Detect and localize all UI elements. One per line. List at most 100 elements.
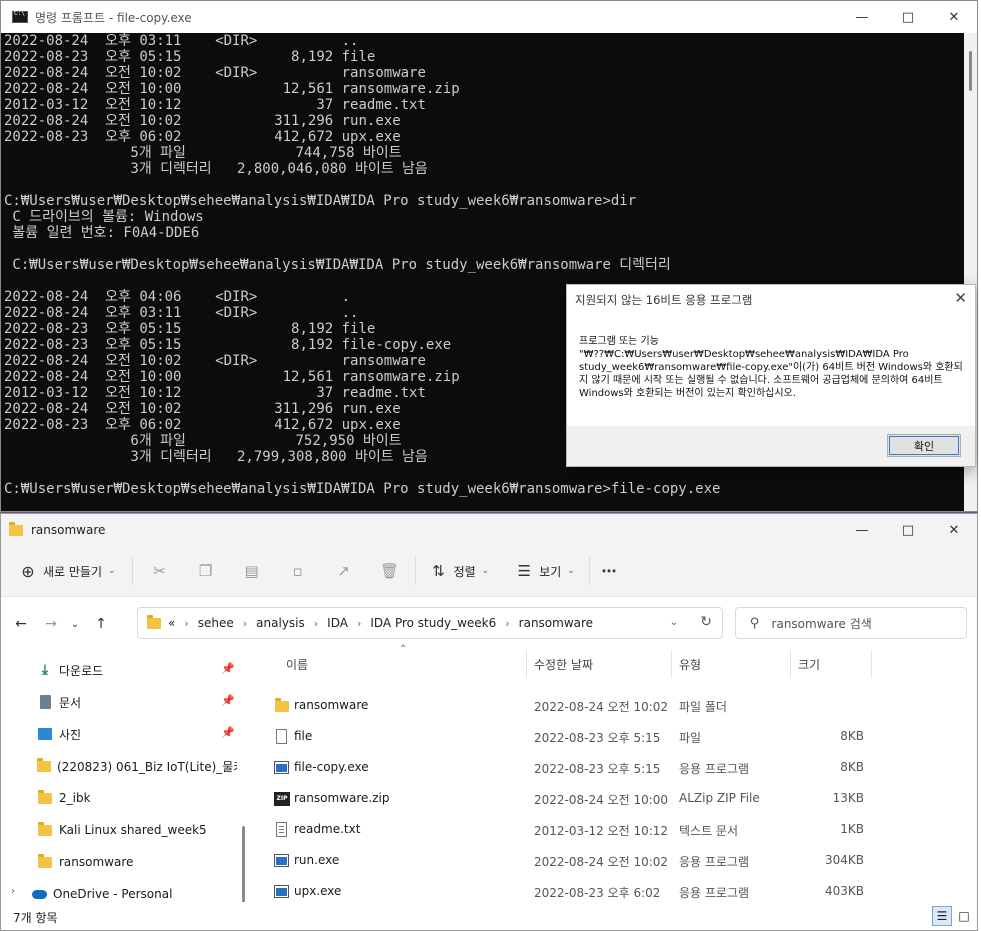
chevron-right-icon: › — [505, 616, 510, 630]
column-header-date[interactable]: 수정한 날짜 — [534, 656, 593, 673]
file-type: ALZip ZIP File — [679, 791, 760, 805]
nav-item-folder-ransomware[interactable]: ransomware — [37, 846, 237, 878]
search-box[interactable]: ⚲ ransomware 검색 — [735, 607, 967, 639]
maximize-button[interactable]: □ — [885, 514, 931, 546]
dialog-close-icon[interactable]: ✕ — [954, 289, 967, 307]
forward-arrow-icon[interactable]: → — [39, 616, 63, 632]
file-date: 2022-08-23 오후 5:15 — [534, 731, 661, 745]
nav-item-folder-biz-iot[interactable]: (220823) 061_Biz IoT(Lite)_물카크 — [37, 750, 237, 782]
file-row[interactable]: ZIP ransomware.zip 2022-08-24 오전 10:00 ALZi… — [259, 783, 959, 814]
nav-item-onedrive[interactable]: OneDrive - Personal — [31, 878, 231, 902]
column-header-type[interactable]: 유형 — [679, 656, 701, 673]
breadcrumb-item[interactable]: IDA Pro study_week6 — [370, 616, 496, 630]
status-bar: 7개 항목 ☰ □ — [1, 902, 977, 930]
pin-icon[interactable]: 📌 — [221, 694, 235, 707]
copy-icon[interactable]: ❐ — [197, 562, 215, 580]
breadcrumb-item[interactable]: IDA — [327, 616, 348, 630]
exe-icon — [274, 760, 290, 776]
breadcrumb-overflow[interactable]: « — [168, 616, 175, 630]
file-date: 2022-08-23 오후 5:15 — [534, 762, 661, 776]
sort-button-label: 정렬 — [453, 564, 476, 579]
breadcrumb-item[interactable]: analysis — [256, 616, 305, 630]
details-view-icon[interactable]: ☰ — [932, 906, 952, 926]
file-size: 8KB — [840, 729, 864, 743]
cmd-line: 3개 디렉터리 2,800,046,080 바이트 남음 — [4, 161, 428, 177]
cmd-app-icon — [12, 10, 28, 23]
up-arrow-icon[interactable]: ↑ — [89, 616, 113, 632]
column-header-name[interactable]: 이름 — [286, 656, 308, 673]
rename-icon[interactable]: ▫ — [289, 562, 307, 580]
folder-icon — [37, 821, 53, 838]
tiles-view-icon[interactable]: □ — [954, 906, 974, 926]
file-type: 응용 프로그램 — [679, 855, 750, 869]
cmd-line: 2022-08-24 오후 03:11 <DIR> .. — [4, 33, 359, 49]
file-size: 1KB — [840, 822, 864, 836]
nav-item-label: 2_ibk — [59, 791, 91, 805]
breadcrumb-item[interactable]: ransomware — [519, 616, 593, 630]
document-icon — [37, 694, 53, 710]
breadcrumb-item[interactable]: sehee — [198, 616, 234, 630]
file-date: 2022-08-24 오전 10:02 — [534, 855, 669, 869]
cmd-window-title: 명령 프롬프트 - file-copy.exe — [35, 10, 192, 25]
minimize-button[interactable]: — — [839, 514, 885, 546]
folder-icon — [37, 757, 51, 774]
recent-chevron-icon[interactable]: ⌄ — [63, 619, 87, 630]
pin-icon[interactable]: 📌 — [221, 662, 235, 675]
nav-scrollbar[interactable] — [242, 826, 245, 902]
nav-item-downloads[interactable]: ⤓ 다운로드 — [37, 654, 237, 686]
minimize-button[interactable]: — — [839, 1, 885, 33]
file-row[interactable]: file-copy.exe 2022-08-23 오후 5:15 응용 프로그램 8K… — [259, 752, 959, 783]
file-row[interactable]: run.exe 2022-08-24 오전 10:02 응용 프로그램 304KB — [259, 845, 959, 876]
chevron-right-icon: › — [356, 616, 362, 630]
nav-item-folder-kali[interactable]: Kali Linux shared_week5 — [37, 814, 237, 846]
pin-icon[interactable]: 📌 — [221, 726, 235, 739]
file-size: 403KB — [824, 884, 864, 898]
chevron-down-icon: ⌄ — [481, 566, 490, 576]
dialog-title: 지원되지 않는 16비트 응용 프로그램 — [575, 293, 753, 307]
paste-icon[interactable]: ▤ — [243, 562, 261, 580]
file-explorer-window: ransomware — □ ✕ ⊕ 새로 만들기 ⌄ ✂ ❐ ▤ ▫ ↗ 🗑 … — [0, 513, 978, 931]
file-row[interactable]: file 2022-08-23 오후 5:15 파일 8KB — [259, 721, 959, 752]
delete-icon[interactable]: 🗑 — [380, 562, 399, 580]
address-bar[interactable]: « › sehee › analysis › IDA › IDA Pro study_week6… — [137, 607, 723, 639]
new-button[interactable]: ⊕ 새로 만들기 ⌄ — [19, 562, 116, 581]
chevron-down-icon: ⌄ — [567, 566, 575, 576]
file-row[interactable]: ransomware 2022-08-24 오전 10:02 파일 폴더 — [259, 690, 959, 721]
refresh-icon[interactable]: ↻ — [700, 614, 712, 630]
cmd-line: C 드라이브의 볼륨: Windows — [4, 209, 204, 225]
expand-chevron-icon[interactable]: › — [11, 886, 15, 897]
file-size: 8KB — [840, 760, 864, 774]
cut-icon[interactable]: ✂ — [151, 562, 169, 580]
sort-icon: ⇅ — [432, 562, 445, 580]
more-options-icon[interactable]: ⋯ — [600, 562, 618, 580]
dialog-heading: 프로그램 또는 기능 — [579, 336, 659, 347]
file-icon — [274, 729, 290, 745]
share-icon[interactable]: ↗ — [335, 562, 353, 580]
maximize-button[interactable]: □ — [885, 1, 931, 33]
explorer-titlebar[interactable]: ransomware — □ ✕ — [1, 514, 977, 546]
view-icon: ☰ — [517, 562, 531, 580]
file-row[interactable]: readme.txt 2012-03-12 오전 10:12 텍스트 문서 1KB — [259, 814, 959, 845]
cmd-line: C:₩Users₩user₩Desktop₩sehee₩analysis₩IDA… — [4, 193, 637, 209]
sort-button[interactable]: ⇅ 정렬 ⌄ — [430, 562, 490, 580]
file-date: 2022-08-23 오후 6:02 — [534, 886, 661, 900]
cmd-titlebar[interactable]: 명령 프롬프트 - file-copy.exe — □ ✕ — [1, 1, 977, 33]
view-button[interactable]: ☰ 보기 ⌄ — [515, 562, 575, 580]
nav-item-label: 문서 — [59, 695, 82, 710]
nav-item-label: OneDrive - Personal — [53, 887, 173, 901]
ok-button[interactable]: 확인 — [887, 434, 961, 457]
nav-item-folder-ibk[interactable]: 2_ibk — [37, 782, 237, 814]
cmd-line: 2012-03-12 오전 10:12 37 readme.txt — [4, 97, 426, 113]
column-header-size[interactable]: 크기 — [798, 656, 820, 673]
file-name: ransomware — [294, 698, 369, 712]
close-button[interactable]: ✕ — [931, 1, 977, 33]
back-arrow-icon[interactable]: ← — [9, 616, 33, 632]
chevron-down-icon: ⌄ — [108, 566, 116, 576]
address-dropdown-icon[interactable]: ⌄ — [670, 617, 678, 628]
close-button[interactable]: ✕ — [931, 514, 977, 546]
file-name: readme.txt — [294, 822, 361, 836]
nav-item-label: Kali Linux shared_week5 — [59, 823, 207, 837]
nav-item-pictures[interactable]: 사진 — [37, 718, 237, 750]
cmd-line — [4, 177, 963, 193]
nav-item-documents[interactable]: 문서 — [37, 686, 237, 718]
